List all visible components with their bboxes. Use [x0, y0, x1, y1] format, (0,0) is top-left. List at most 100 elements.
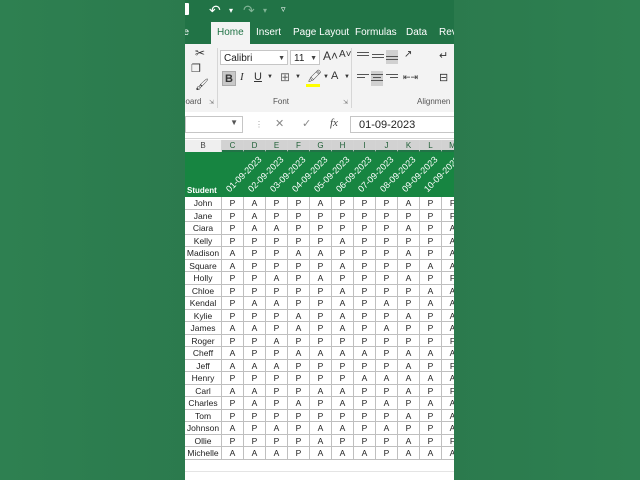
- undo-dropdown-icon[interactable]: ▾: [229, 6, 233, 15]
- attendance-cell[interactable]: A: [310, 447, 332, 460]
- attendance-cell[interactable]: P: [222, 197, 244, 210]
- attendance-cell[interactable]: P: [354, 422, 376, 435]
- attendance-cell[interactable]: P: [420, 272, 442, 285]
- student-name-cell[interactable]: Michelle: [185, 447, 222, 460]
- attendance-cell[interactable]: A: [222, 247, 244, 260]
- attendance-cell[interactable]: P: [376, 259, 398, 272]
- attendance-cell[interactable]: P: [222, 397, 244, 410]
- attendance-cell[interactable]: P: [288, 372, 310, 385]
- attendance-cell[interactable]: A: [244, 209, 266, 222]
- wrap-text-icon[interactable]: ↵: [439, 49, 448, 62]
- attendance-cell[interactable]: A: [332, 384, 354, 397]
- attendance-cell[interactable]: P: [420, 384, 442, 397]
- attendance-cell[interactable]: A: [376, 372, 398, 385]
- tab-page-layout[interactable]: Page Layout: [293, 22, 349, 44]
- attendance-cell[interactable]: P: [310, 209, 332, 222]
- attendance-cell[interactable]: A: [442, 397, 454, 410]
- student-name-cell[interactable]: Madison: [185, 247, 222, 260]
- tab-file[interactable]: ile: [185, 22, 189, 44]
- column-header-m[interactable]: M: [442, 140, 454, 152]
- attendance-cell[interactable]: P: [354, 247, 376, 260]
- column-header-f[interactable]: F: [288, 140, 310, 152]
- attendance-cell[interactable]: F: [442, 360, 454, 372]
- column-header-e[interactable]: E: [266, 140, 288, 152]
- attendance-cell[interactable]: P: [288, 272, 310, 285]
- attendance-cell[interactable]: P: [310, 334, 332, 347]
- attendance-cell[interactable]: A: [354, 372, 376, 385]
- attendance-cell[interactable]: A: [310, 272, 332, 285]
- attendance-cell[interactable]: A: [332, 284, 354, 297]
- attendance-cell[interactable]: P: [310, 234, 332, 247]
- attendance-cell[interactable]: P: [420, 197, 442, 210]
- attendance-cell[interactable]: A: [442, 260, 454, 272]
- attendance-cell[interactable]: P: [266, 347, 288, 360]
- attendance-cell[interactable]: A: [398, 372, 420, 385]
- attendance-cell[interactable]: P: [310, 297, 332, 310]
- attendance-cell[interactable]: P: [222, 272, 244, 285]
- attendance-cell[interactable]: P: [332, 409, 354, 422]
- attendance-cell[interactable]: A: [288, 322, 310, 335]
- attendance-cell[interactable]: P: [288, 334, 310, 347]
- save-icon[interactable]: [185, 3, 189, 15]
- attendance-cell[interactable]: P: [310, 397, 332, 410]
- attendance-cell[interactable]: P: [310, 409, 332, 422]
- name-box[interactable]: ▼: [185, 116, 243, 133]
- attendance-cell[interactable]: A: [442, 310, 454, 322]
- attendance-cell[interactable]: P: [354, 297, 376, 310]
- attendance-cell[interactable]: P: [376, 197, 398, 210]
- attendance-cell[interactable]: A: [288, 397, 310, 410]
- copy-icon[interactable]: ❐: [191, 62, 201, 75]
- attendance-cell[interactable]: P: [420, 359, 442, 372]
- attendance-cell[interactable]: P: [244, 334, 266, 347]
- font-color-button[interactable]: A: [331, 70, 338, 82]
- attendance-cell[interactable]: A: [244, 397, 266, 410]
- attendance-cell[interactable]: P: [310, 259, 332, 272]
- student-name-cell[interactable]: John: [185, 197, 222, 210]
- attendance-cell[interactable]: P: [222, 234, 244, 247]
- student-name-cell[interactable]: Johnson: [185, 422, 222, 435]
- attendance-cell[interactable]: P: [266, 322, 288, 335]
- attendance-cell[interactable]: P: [266, 209, 288, 222]
- attendance-cell[interactable]: P: [288, 284, 310, 297]
- attendance-cell[interactable]: P: [266, 434, 288, 447]
- attendance-cell[interactable]: P: [376, 384, 398, 397]
- attendance-cell[interactable]: A: [442, 297, 454, 310]
- attendance-cell[interactable]: P: [354, 234, 376, 247]
- student-name-cell[interactable]: Holly: [185, 272, 222, 285]
- align-middle-icon[interactable]: [372, 54, 384, 64]
- align-bottom-icon[interactable]: [386, 50, 398, 64]
- merge-center-icon[interactable]: ⊟: [439, 71, 448, 84]
- student-name-cell[interactable]: Charles: [185, 397, 222, 410]
- attendance-cell[interactable]: P: [222, 284, 244, 297]
- attendance-cell[interactable]: A: [398, 222, 420, 235]
- tab-review[interactable]: Rev: [439, 22, 454, 44]
- student-name-cell[interactable]: Henry: [185, 372, 222, 385]
- attendance-cell[interactable]: A: [442, 247, 454, 260]
- chevron-down-icon[interactable]: ▼: [267, 74, 273, 80]
- attendance-cell[interactable]: A: [266, 297, 288, 310]
- attendance-cell[interactable]: P: [244, 284, 266, 297]
- attendance-cell[interactable]: P: [376, 247, 398, 260]
- student-name-cell[interactable]: Ciara: [185, 222, 222, 235]
- attendance-cell[interactable]: A: [222, 359, 244, 372]
- attendance-cell[interactable]: A: [398, 359, 420, 372]
- column-header-k[interactable]: K: [398, 140, 420, 152]
- attendance-cell[interactable]: P: [222, 209, 244, 222]
- attendance-cell[interactable]: A: [222, 384, 244, 397]
- attendance-cell[interactable]: P: [398, 209, 420, 222]
- chevron-down-icon[interactable]: ▼: [344, 74, 350, 80]
- attendance-cell[interactable]: A: [244, 222, 266, 235]
- column-header-b[interactable]: B: [185, 140, 222, 152]
- attendance-cell[interactable]: A: [398, 434, 420, 447]
- align-center-icon[interactable]: [371, 71, 383, 86]
- attendance-cell[interactable]: A: [420, 297, 442, 310]
- student-name-cell[interactable]: Chloe: [185, 284, 222, 297]
- attendance-cell[interactable]: A: [398, 447, 420, 460]
- attendance-cell[interactable]: P: [354, 197, 376, 210]
- attendance-cell[interactable]: P: [266, 409, 288, 422]
- attendance-cell[interactable]: P: [332, 334, 354, 347]
- column-header-d[interactable]: D: [244, 140, 266, 152]
- attendance-cell[interactable]: A: [288, 347, 310, 360]
- attendance-cell[interactable]: P: [244, 247, 266, 260]
- attendance-cell[interactable]: A: [442, 235, 454, 247]
